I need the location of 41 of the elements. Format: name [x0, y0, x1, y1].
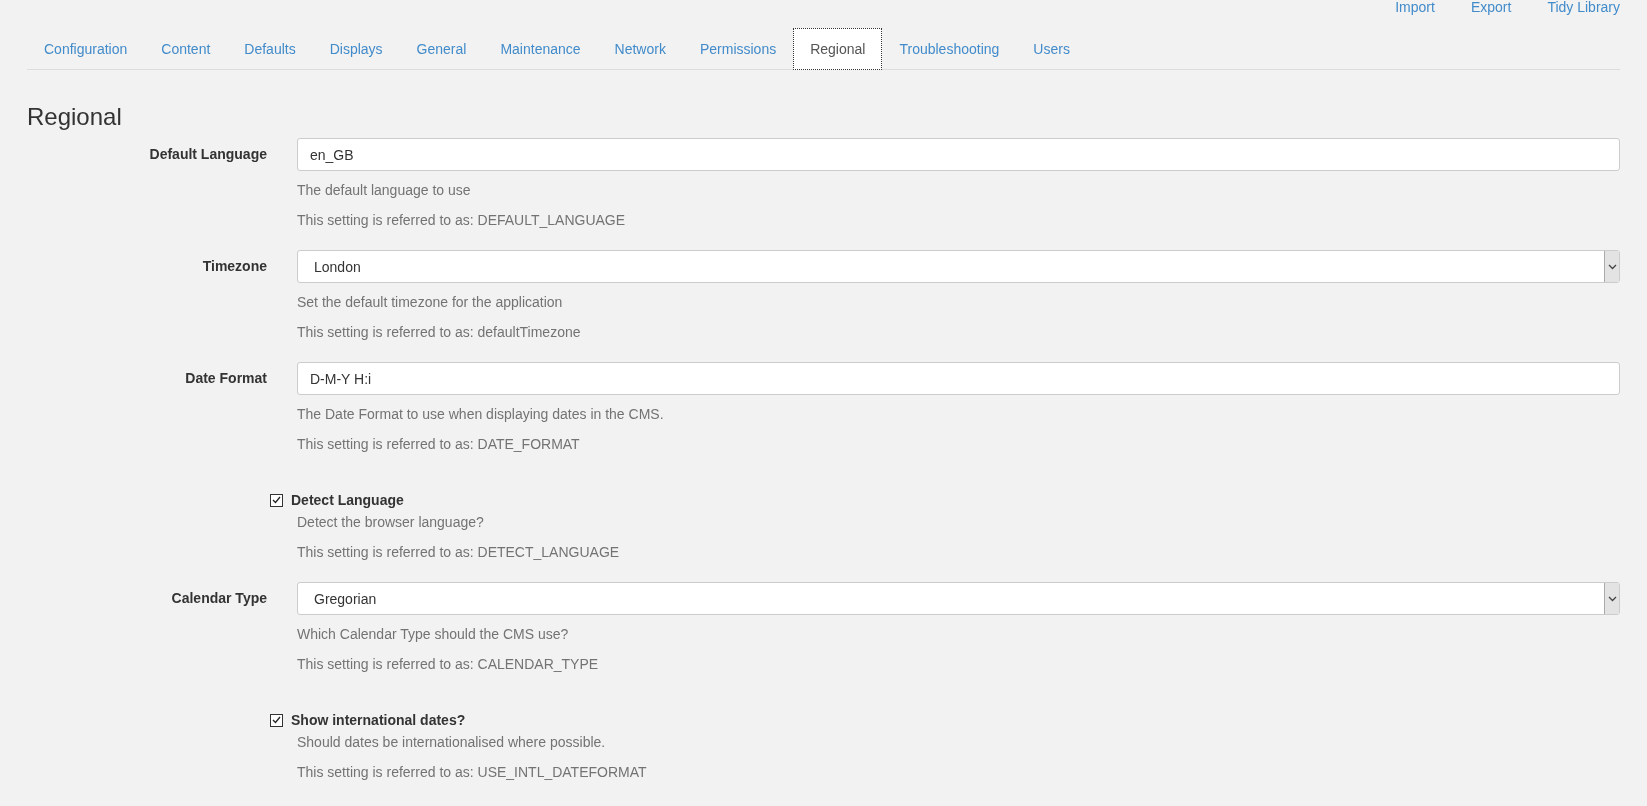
tab[interactable]: General [399, 28, 484, 70]
tab[interactable]: Displays [312, 28, 400, 70]
setting-reference: This setting is referred to as: DATE_FORMAT [297, 435, 581, 454]
tab[interactable]: Regional [793, 28, 883, 70]
select-field[interactable]: Gregorian [297, 582, 1620, 615]
top-link[interactable]: Tidy Library [1511, 0, 1620, 20]
field-label: Date Format [184, 369, 267, 388]
setting-reference: This setting is referred to as: DETECT_LANGUAGE [297, 543, 621, 562]
tab[interactable]: Configuration [27, 28, 145, 70]
page-heading: Regional [27, 104, 123, 130]
chevron-down-icon [1607, 595, 1617, 602]
tab[interactable]: Defaults [227, 28, 313, 70]
tab[interactable]: Users [1016, 28, 1087, 70]
tab[interactable]: Troubleshooting [882, 28, 1017, 70]
help-text: Detect the browser language? [297, 513, 485, 532]
help-text: Which Calendar Type should the CMS use? [297, 625, 570, 644]
help-text: Set the default timezone for the application [297, 293, 564, 312]
tab[interactable]: Network [597, 28, 683, 70]
setting-reference: This setting is referred to as: DEFAULT_LANGUAGE [297, 211, 627, 230]
help-text: The default language to use [297, 181, 472, 200]
text-field[interactable]: D-M-Y H:i [297, 362, 1620, 395]
checkbox-label: Show international dates? [291, 711, 466, 730]
tab[interactable]: Maintenance [483, 28, 598, 70]
setting-reference: This setting is referred to as: CALENDAR_TYPE [297, 655, 600, 674]
field-label: Timezone [201, 257, 267, 276]
field-label: Default Language [148, 145, 267, 164]
field-label: Calendar Type [170, 589, 267, 608]
text-field[interactable]: en_GB [297, 138, 1620, 171]
checkbox-label: Detect Language [291, 491, 404, 510]
setting-reference: This setting is referred to as: USE_INTL_DATEFORMAT [297, 763, 648, 782]
help-text: Should dates be internationalised where possible. [297, 733, 607, 752]
select-field[interactable]: London [297, 250, 1620, 283]
checkbox[interactable] [270, 713, 283, 727]
chevron-down-icon [1607, 263, 1617, 270]
help-text: The Date Format to use when displaying dates in the CMS. [297, 405, 665, 424]
setting-reference: This setting is referred to as: defaultTimezone [297, 323, 582, 342]
top-link[interactable]: Import [1359, 0, 1435, 20]
top-link[interactable]: Export [1434, 0, 1512, 20]
tab[interactable]: Permissions [682, 28, 794, 70]
tab[interactable]: Content [144, 28, 228, 70]
checkbox[interactable] [270, 493, 283, 507]
